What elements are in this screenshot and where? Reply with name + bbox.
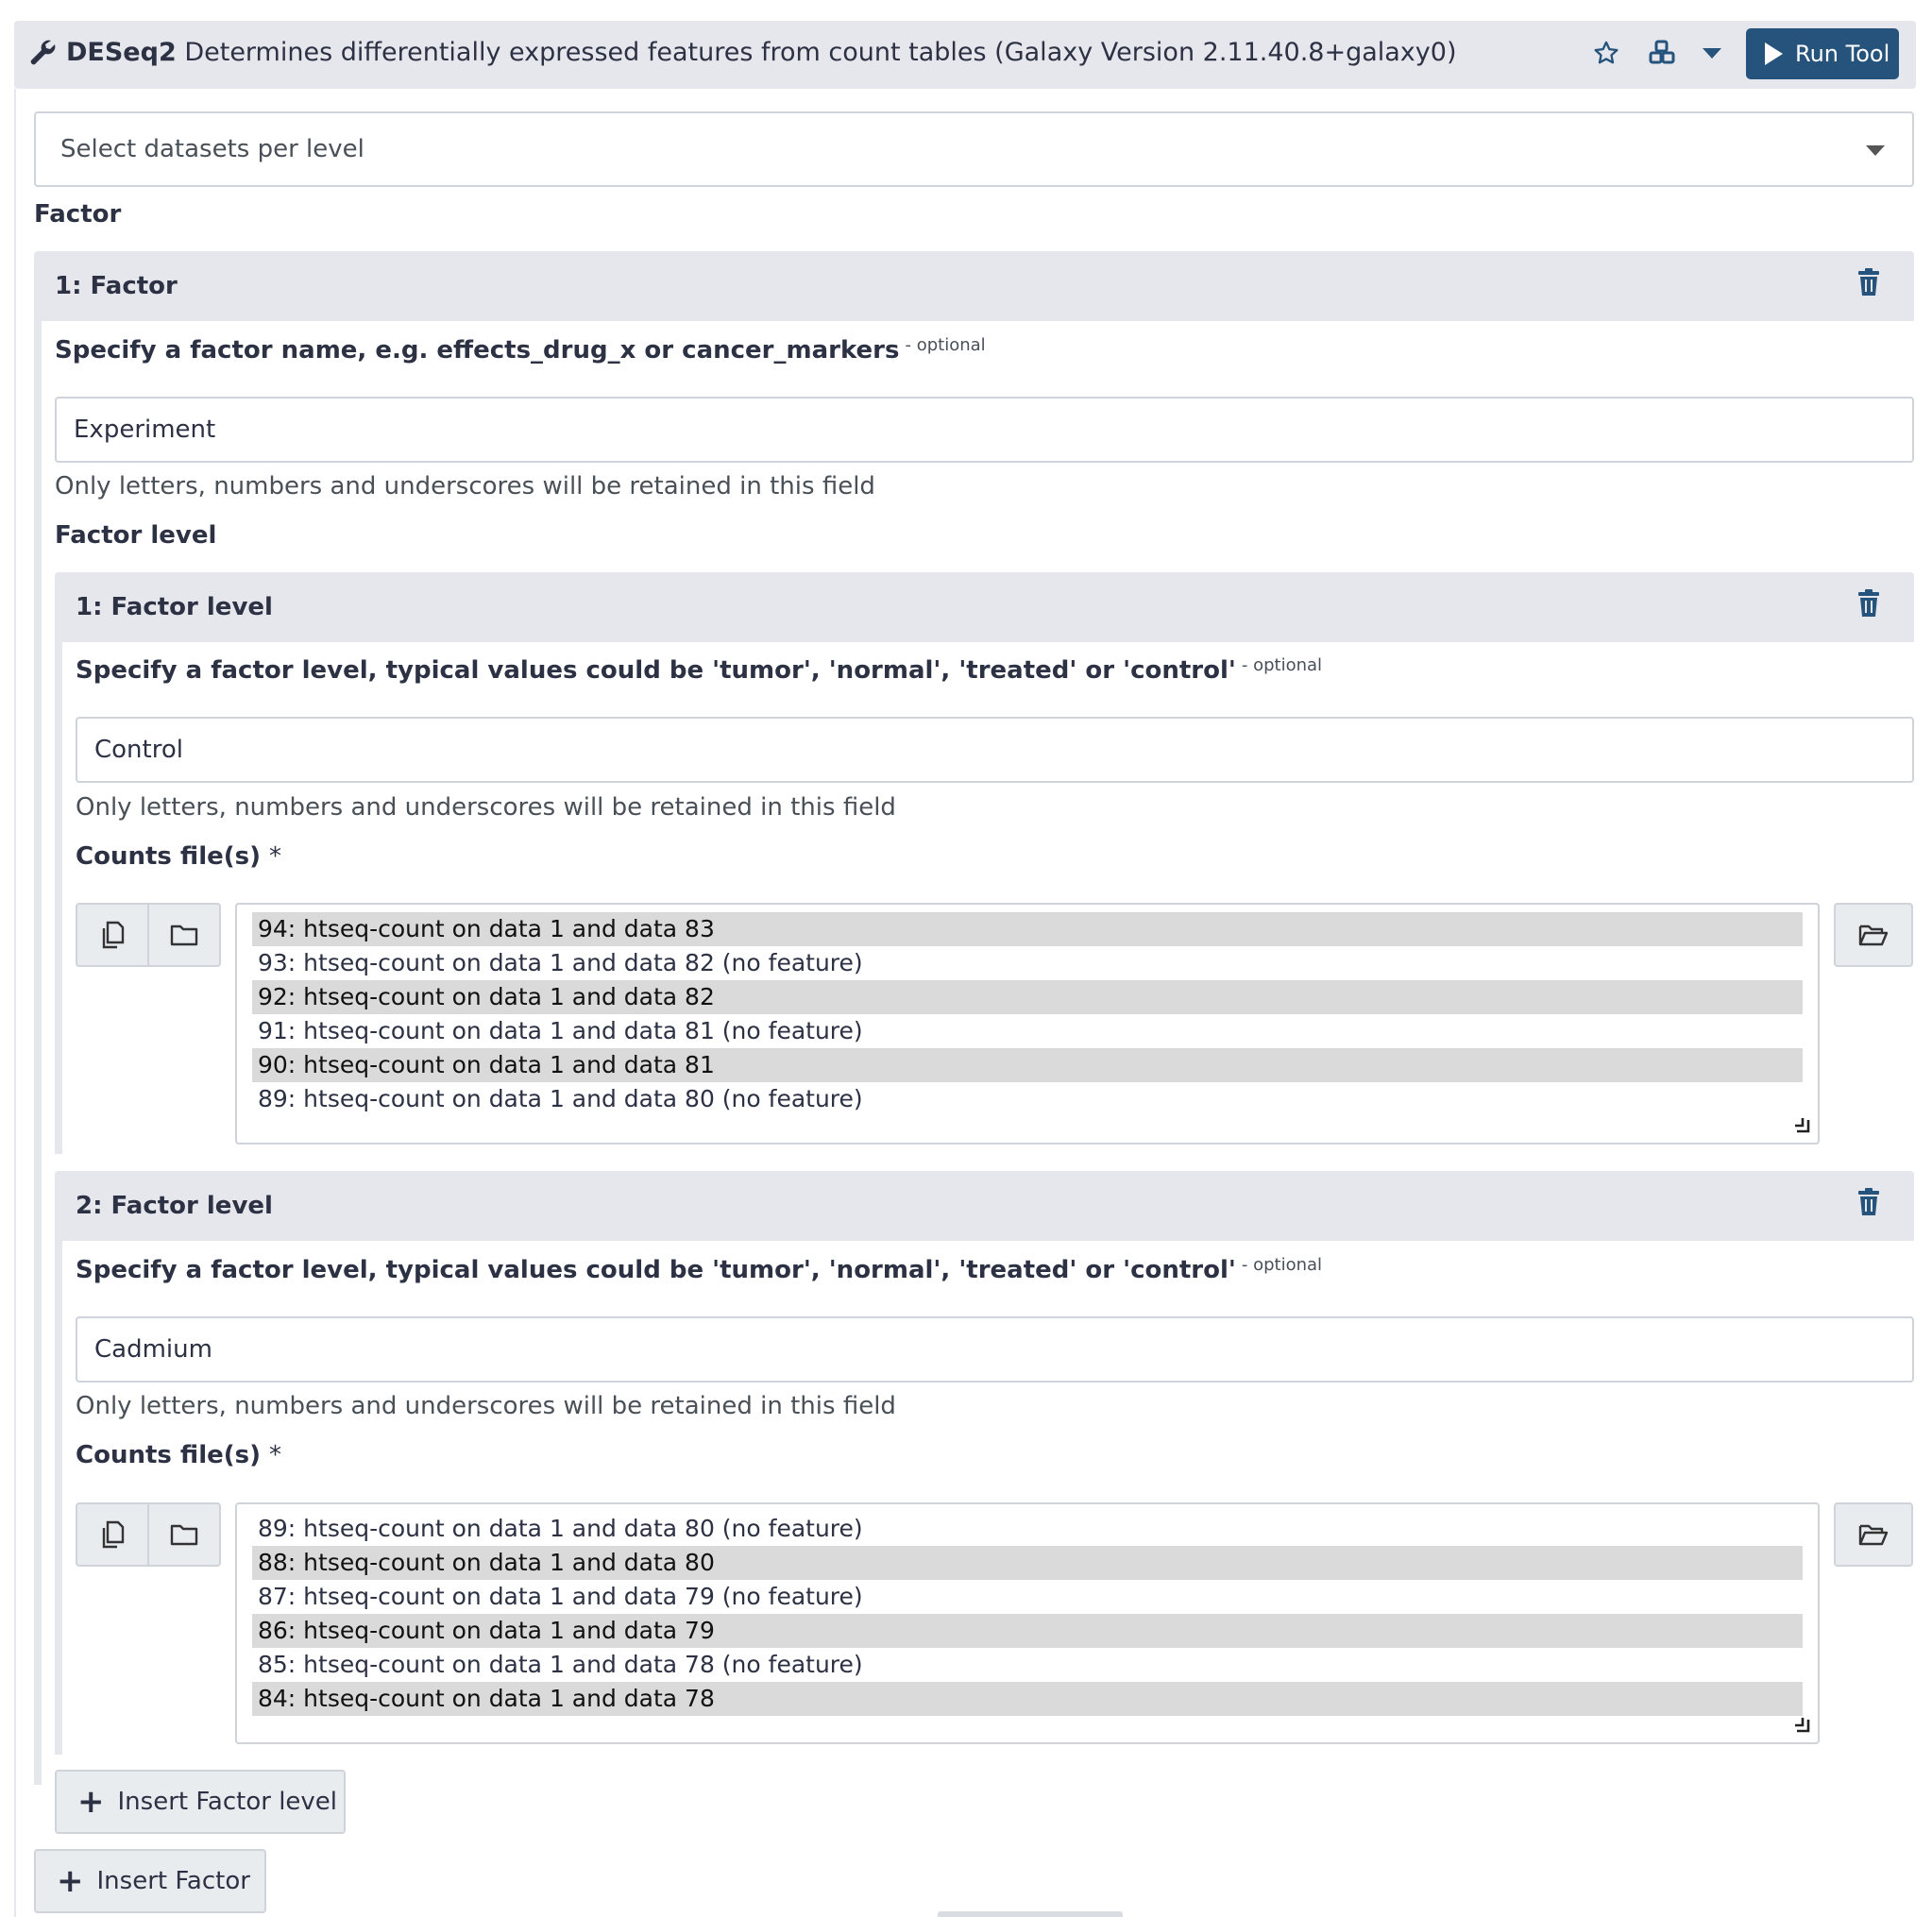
dataset-option[interactable]: 91: htseq-count on data 1 and data 81 (n… — [252, 1014, 1803, 1048]
star-icon — [1594, 41, 1618, 64]
factor-name-label-text: Specify a factor name, e.g. effects_drug… — [55, 336, 900, 365]
bottom-edge-tab — [938, 1911, 1123, 1917]
multiple-datasets-button[interactable] — [77, 905, 147, 965]
factor-level-1-header: 1: Factor level — [55, 572, 1914, 642]
required-marker: * — [269, 842, 282, 871]
counts-2-mode-buttons — [76, 1502, 221, 1567]
tool-name: DESeq2 — [66, 38, 177, 67]
insert-factor-button[interactable]: + Insert Factor — [34, 1849, 266, 1913]
factor-level-2-title: 2: Factor level — [76, 1192, 273, 1220]
required-marker: * — [269, 1441, 282, 1469]
dataset-option[interactable]: 86: htseq-count on data 1 and data 79 — [252, 1614, 1803, 1648]
factor-1-left-rail — [34, 321, 42, 1785]
insert-factor-label: Insert Factor — [96, 1867, 250, 1895]
resize-handle-icon[interactable] — [1793, 1716, 1810, 1733]
factor-level-2-label-text: Specify a factor level, typical values c… — [76, 1256, 1236, 1284]
folder-icon — [170, 925, 198, 946]
favorite-button[interactable] — [1589, 36, 1623, 70]
optional-tag: - optional — [905, 335, 986, 355]
factor-level-1-left-rail — [55, 642, 62, 1154]
delete-factor-level-2-button[interactable] — [1856, 1188, 1881, 1220]
factor-level-2-label: Specify a factor level, typical values c… — [76, 1255, 1322, 1284]
trash-icon — [1858, 1188, 1879, 1215]
dataset-option[interactable]: 94: htseq-count on data 1 and data 83 — [252, 912, 1803, 946]
folder-icon — [170, 1524, 198, 1546]
trash-icon — [1858, 589, 1879, 617]
factor-level-1-title: 1: Factor level — [76, 593, 273, 621]
counts-files-1-listbox[interactable]: 94: htseq-count on data 1 and data 83 93:… — [235, 903, 1820, 1145]
factor-section-label: Factor — [34, 200, 122, 229]
workflow-button[interactable] — [1645, 36, 1679, 70]
factor-1-title: 1: Factor — [55, 272, 178, 300]
factor-level-2-help: Only letters, numbers and underscores wi… — [76, 1392, 896, 1420]
options-dropdown[interactable] — [1695, 36, 1729, 70]
dataset-collection-button[interactable] — [147, 1504, 219, 1565]
datasets-mode-select[interactable]: Select datasets per level — [34, 111, 1914, 187]
insert-factor-level-label: Insert Factor level — [117, 1788, 338, 1816]
browse-datasets-1-button[interactable] — [1834, 903, 1913, 967]
dataset-option[interactable]: 88: htseq-count on data 1 and data 80 — [252, 1546, 1803, 1580]
folder-open-icon — [1858, 1524, 1889, 1546]
tool-description: Determines differentially expressed feat… — [184, 38, 1457, 67]
run-tool-button[interactable]: Run Tool — [1746, 28, 1899, 79]
counts-files-1-label-text: Counts file(s) — [76, 842, 261, 871]
factor-level-2-value: Cadmium — [94, 1335, 212, 1364]
copy-files-icon — [102, 1520, 125, 1549]
browse-datasets-2-button[interactable] — [1834, 1502, 1913, 1567]
insert-factor-level-button[interactable]: + Insert Factor level — [55, 1770, 346, 1834]
run-tool-label: Run Tool — [1795, 41, 1890, 67]
wrench-icon — [30, 40, 56, 65]
dataset-collection-button[interactable] — [147, 905, 219, 965]
counts-files-2-label-text: Counts file(s) — [76, 1441, 261, 1469]
dataset-option[interactable]: 93: htseq-count on data 1 and data 82 (n… — [252, 946, 1803, 980]
dataset-option[interactable]: 84: htseq-count on data 1 and data 78 — [252, 1682, 1803, 1716]
form-left-border — [14, 89, 16, 1917]
factor-level-1-help: Only letters, numbers and underscores wi… — [76, 793, 896, 822]
datasets-mode-value: Select datasets per level — [60, 135, 364, 163]
factor-level-1-value: Control — [94, 736, 183, 764]
factor-level-1-input[interactable]: Control — [76, 717, 1914, 783]
play-icon — [1765, 42, 1783, 65]
factor-name-label: Specify a factor name, e.g. effects_drug… — [55, 335, 986, 365]
counts-files-2-label: Counts file(s) * — [76, 1441, 281, 1469]
counts-files-2-listbox[interactable]: 89: htseq-count on data 1 and data 80 (n… — [235, 1502, 1820, 1744]
factor-name-input[interactable]: Experiment — [55, 397, 1914, 463]
tool-title: DESeq2 Determines differentially express… — [66, 34, 1456, 72]
plus-icon: + — [77, 1783, 105, 1821]
dataset-option[interactable]: 90: htseq-count on data 1 and data 81 — [252, 1048, 1803, 1082]
factor-level-2-input[interactable]: Cadmium — [76, 1316, 1914, 1383]
delete-factor-1-button[interactable] — [1856, 268, 1881, 300]
dataset-option[interactable]: 89: htseq-count on data 1 and data 80 (n… — [252, 1082, 1803, 1116]
factor-level-1-label-text: Specify a factor level, typical values c… — [76, 656, 1236, 685]
plus-icon: + — [57, 1862, 84, 1900]
counts-files-1-label: Counts file(s) * — [76, 842, 281, 871]
dataset-option[interactable]: 87: htseq-count on data 1 and data 79 (n… — [252, 1580, 1803, 1614]
delete-factor-level-1-button[interactable] — [1856, 589, 1881, 621]
dataset-option[interactable]: 89: htseq-count on data 1 and data 80 (n… — [252, 1512, 1803, 1546]
copy-files-icon — [102, 921, 125, 949]
dataset-option[interactable]: 92: htseq-count on data 1 and data 82 — [252, 980, 1803, 1014]
factor-level-2-header: 2: Factor level — [55, 1171, 1914, 1241]
factor-level-section-label: Factor level — [55, 521, 217, 550]
trash-icon — [1858, 268, 1879, 296]
factor-name-value: Experiment — [74, 416, 216, 444]
factor-level-1-label: Specify a factor level, typical values c… — [76, 655, 1322, 685]
counts-1-mode-buttons — [76, 903, 221, 967]
chevron-down-icon — [1866, 145, 1885, 156]
optional-tag: - optional — [1241, 655, 1323, 675]
objects-icon — [1649, 40, 1675, 64]
multiple-datasets-button[interactable] — [77, 1504, 147, 1565]
factor-name-help: Only letters, numbers and underscores wi… — [55, 472, 875, 500]
optional-tag: - optional — [1241, 1255, 1323, 1275]
folder-open-icon — [1858, 925, 1889, 946]
dataset-option[interactable]: 85: htseq-count on data 1 and data 78 (n… — [252, 1648, 1803, 1682]
factor-level-2-left-rail — [55, 1241, 62, 1755]
caret-down-icon — [1703, 47, 1721, 59]
factor-1-header: 1: Factor — [34, 251, 1914, 321]
resize-handle-icon[interactable] — [1793, 1116, 1810, 1133]
